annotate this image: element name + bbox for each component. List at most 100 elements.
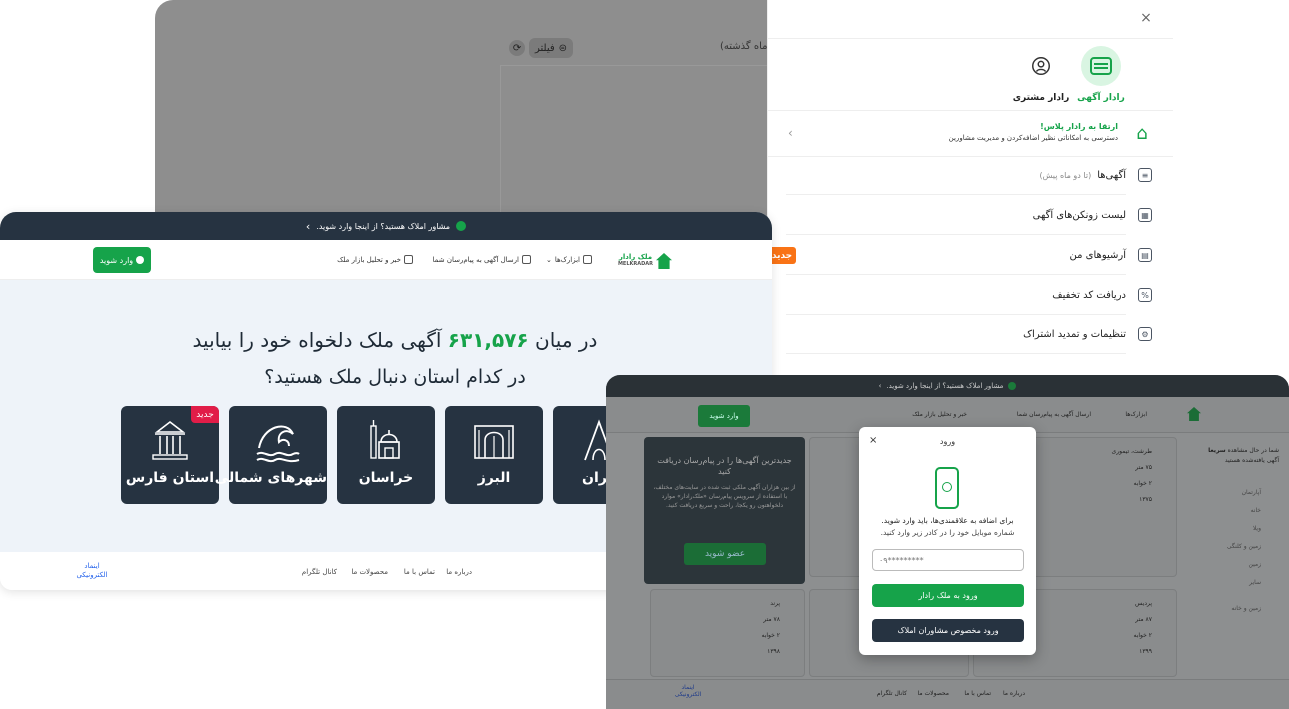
chevron-right-icon: › xyxy=(305,219,311,233)
ad-year: ۱۳۹۹ xyxy=(1139,648,1152,655)
nav-send-label: ارسال آگهی به پیام‌رسان شما xyxy=(432,255,519,264)
tab-ad-radar[interactable]: رادار آگهی xyxy=(1071,46,1131,103)
nav-news[interactable]: خبر و تحلیل بازار ملک xyxy=(912,411,967,418)
ad-area: طرشت، تیموری xyxy=(1111,448,1153,455)
menu-item-discount[interactable]: % دریافت کد تخفیف xyxy=(786,276,1152,315)
province-alborz[interactable]: البرز xyxy=(445,406,543,504)
filter-icon: ⊜ xyxy=(558,42,568,54)
tomb-icon xyxy=(152,420,188,460)
menu-item-archives[interactable]: ▤ آرشیوهای من xyxy=(786,236,1152,275)
footer-products[interactable]: محصولات ما xyxy=(918,690,949,697)
footer-contact[interactable]: تماس با ما xyxy=(404,568,435,576)
footer-about[interactable]: درباره ما xyxy=(446,568,472,576)
logo-en: MELKRADAR xyxy=(617,261,653,267)
announcement-bar[interactable]: مشاور املاک هستید؟ از اینجا وارد شوید. › xyxy=(606,375,1289,397)
promo-title: جدیدترین آگهی‌ها را در پیام‌رسان دریافت … xyxy=(657,456,792,476)
archive-icon: ▤ xyxy=(1138,248,1152,262)
date-note: (ماه گذشته) xyxy=(720,41,772,52)
agent-icon xyxy=(456,221,467,231)
nav-send-ads[interactable]: ارسال آگهی به پیام‌رسان شما xyxy=(433,255,531,264)
filter-option[interactable]: زمین و کلنگی xyxy=(1227,543,1261,550)
login-modal: ورود × برای اضافه به علاقمندی‌ها، باید و… xyxy=(859,427,1036,655)
viewing-tail: آگهی یافته‌شده هستید xyxy=(1224,457,1279,464)
province-name: البرز xyxy=(477,470,511,486)
menu-item-binders[interactable]: ▦ لیست زونکن‌های آگهی xyxy=(786,196,1152,235)
modal-message: برای اضافه به علاقمندی‌ها، باید وارد شوی… xyxy=(881,516,1014,525)
footer-telegram[interactable]: کانال تلگرام xyxy=(302,568,337,576)
viewing-highlight: سریعا xyxy=(1208,447,1226,454)
announcement-bar[interactable]: مشاور املاک هستید؟ از اینجا وارد شوید. › xyxy=(0,212,772,240)
logo[interactable] xyxy=(1161,407,1201,423)
login-button[interactable]: وارد شوید xyxy=(698,405,750,427)
divider xyxy=(768,110,1173,111)
menu-item-ads[interactable]: ≡ آگهی‌ها (تا دو ماه پیش) xyxy=(786,156,1152,195)
shrine-icon xyxy=(370,420,400,459)
nav-send-ads[interactable]: ارسال آگهی به پیام‌رسان شما xyxy=(1017,411,1091,418)
nav-news[interactable]: خبر و تحلیل بازار ملک xyxy=(337,255,413,264)
nav-news-label: خبر و تحلیل بازار ملک xyxy=(337,255,401,264)
footer-products[interactable]: محصولات ما xyxy=(351,568,388,576)
filter-option[interactable]: سایر xyxy=(1249,579,1261,586)
agent-login-button[interactable]: ورود مخصوص مشاوران املاک xyxy=(872,619,1024,642)
enamad-badge[interactable]: اینماد الکترونیکی xyxy=(72,562,112,580)
close-icon[interactable]: × xyxy=(869,435,877,446)
ad-size: ۷۸ متر xyxy=(763,616,780,623)
tab-label: رادار آگهی xyxy=(1077,93,1125,103)
viewing-text: شما در حال مشاهده سریعا xyxy=(1208,447,1279,454)
ticket-icon: % xyxy=(1138,288,1152,302)
house-plus-icon: ⌂ xyxy=(1136,123,1148,144)
menu-label: تنظیمات و تمدید اشتراک xyxy=(1023,328,1126,340)
ad-area: پردیس xyxy=(1135,600,1152,607)
agent-icon xyxy=(1008,382,1017,390)
ad-size: ۷۵ متر xyxy=(1135,464,1152,471)
phone-input[interactable] xyxy=(872,549,1024,571)
filter-option[interactable]: زمین و خانه xyxy=(1231,605,1261,612)
menu-item-settings[interactable]: ⚙ تنظیمات و تمدید اشتراک xyxy=(786,315,1152,354)
close-icon[interactable]: × xyxy=(1138,10,1154,26)
chevron-down-icon: ⌄ xyxy=(545,255,552,264)
ad-area: پرند xyxy=(770,600,780,607)
check-circle xyxy=(942,482,952,492)
province-north[interactable]: شهرهای شمالی xyxy=(214,406,327,504)
gear-icon: ⚙ xyxy=(1138,327,1152,341)
customer-radar-icon xyxy=(1021,46,1061,86)
ad-count: ۶۳۱,۵۷۶ xyxy=(447,328,529,352)
upgrade-banner[interactable]: ⌂ ارتقا به رادار پلاس! دسترسی به امکانات… xyxy=(788,118,1158,150)
logo[interactable]: ملک رادار MELKRADAR xyxy=(612,252,672,270)
gate-icon xyxy=(474,425,514,459)
ad-rooms: ۲ خوابه xyxy=(1133,480,1152,487)
province-khorasan[interactable]: خراسان xyxy=(337,406,435,504)
refresh-icon[interactable]: ⟳ xyxy=(509,40,525,56)
chevron-right-icon: › xyxy=(788,126,793,140)
login-submit-button[interactable]: ورود به ملک رادار xyxy=(872,584,1024,607)
send-icon xyxy=(522,255,531,264)
tab-customer-radar[interactable]: رادار مشتری xyxy=(1011,46,1071,103)
filter-button[interactable]: ⊜ فیلتر xyxy=(529,38,573,58)
footer-contact[interactable]: تماس با ما xyxy=(964,690,991,697)
footer-about[interactable]: درباره ما xyxy=(1003,690,1025,697)
upgrade-desc: دسترسی به امکاناتی نظیر اضافه‌کردن و مدی… xyxy=(948,134,1118,142)
login-button[interactable]: وارد شوید xyxy=(93,247,151,273)
nav-tools[interactable]: ابزارک‌ها xyxy=(1125,411,1147,418)
filter-option[interactable]: ویلا xyxy=(1253,525,1261,532)
province-name: شهرهای شمالی xyxy=(214,470,327,486)
chevron-right-icon: › xyxy=(878,382,882,390)
ad-card[interactable]: پرند ۷۸ متر ۲ خوابه ۱۳۹۸ xyxy=(650,589,805,677)
filter-option[interactable]: زمین xyxy=(1249,561,1262,568)
house-logo-icon xyxy=(656,253,672,269)
new-badge: جدید xyxy=(768,247,796,264)
filter-option[interactable]: آپارتمان xyxy=(1242,489,1261,496)
filter-option[interactable]: خانه xyxy=(1251,507,1261,514)
footer-telegram[interactable]: کانال تلگرام xyxy=(877,690,907,697)
ad-year: ۱۳۷۵ xyxy=(1139,496,1152,503)
enamad-badge[interactable]: اینماد الکترونیکی xyxy=(668,684,708,698)
hero-title-post: آگهی ملک دلخواه خود را بیابید xyxy=(192,328,442,352)
user-icon xyxy=(136,256,145,264)
menu-sub: (تا دو ماه پیش) xyxy=(1039,170,1092,180)
house-logo-icon xyxy=(1187,407,1201,421)
ad-size: ۸۷ متر xyxy=(1135,616,1152,623)
nav-tools[interactable]: ابزارک‌ها ⌄ xyxy=(546,255,592,264)
join-button[interactable]: عضو شوید xyxy=(684,543,766,565)
hero-title: در میان ۶۳۱,۵۷۶ آگهی ملک دلخواه خود را ب… xyxy=(0,328,772,352)
modal-title: ورود xyxy=(939,437,956,446)
